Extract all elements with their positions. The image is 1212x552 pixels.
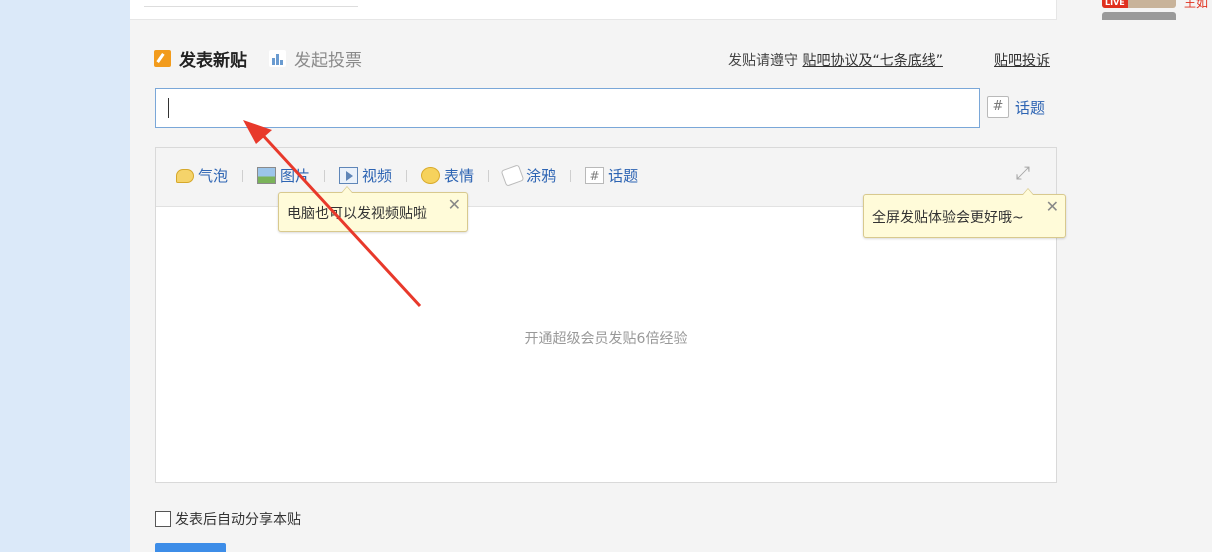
text-cursor xyxy=(168,98,169,118)
divider xyxy=(324,169,326,182)
toolbar-label: 话题 xyxy=(608,167,639,185)
toolbar-label: 气泡 xyxy=(198,167,229,185)
tab-start-vote[interactable]: 发起投票 xyxy=(269,46,362,71)
hashtag-icon: # xyxy=(987,96,1009,118)
checkbox[interactable] xyxy=(155,511,171,527)
share-label: 发表后自动分享本贴 xyxy=(175,512,301,528)
topic-label: 话题 xyxy=(1015,98,1046,117)
divider xyxy=(144,6,358,7)
divider xyxy=(1056,0,1057,20)
toolbar-emoji[interactable]: 表情 xyxy=(421,165,474,186)
title-input[interactable] xyxy=(155,88,980,128)
rules-prefix: 发贴请遵守 xyxy=(728,53,798,69)
editor-placeholder: 开通超级会员发贴6倍经验 xyxy=(524,331,688,347)
toolbar-label: 表情 xyxy=(444,167,475,185)
fullscreen-icon[interactable]: ⤢ xyxy=(1012,163,1034,185)
left-sidebar xyxy=(0,0,130,552)
divider xyxy=(406,169,408,182)
divider xyxy=(488,169,490,182)
submit-button[interactable] xyxy=(155,543,226,552)
image-icon xyxy=(257,167,277,184)
toolbar-topic[interactable]: # 话题 xyxy=(585,165,638,186)
complaint-link[interactable]: 贴吧投诉 xyxy=(994,50,1050,70)
toolbar-bubble[interactable]: 气泡 xyxy=(176,165,228,186)
bar-chart-icon xyxy=(269,49,286,67)
posting-rules: 发贴请遵守 贴吧协议及“七条底线” xyxy=(728,50,943,70)
toolbar-doodle[interactable]: 涂鸦 xyxy=(500,164,557,187)
tooltip-text: 电脑也可以发视频贴啦 xyxy=(287,206,427,222)
hashtag-icon: # xyxy=(585,167,605,184)
post-type-tabs: 发表新贴 发起投票 xyxy=(154,46,384,71)
rules-link[interactable]: 贴吧协议及“七条底线” xyxy=(802,53,943,69)
fullscreen-tooltip: 全屏发贴体验会更好哦~ ✕ xyxy=(863,188,1066,238)
edit-icon xyxy=(154,49,171,67)
video-icon xyxy=(339,167,359,184)
divider xyxy=(570,169,572,182)
brush-icon xyxy=(500,164,525,187)
tooltip-text: 全屏发贴体验会更好哦~ xyxy=(872,210,1024,226)
toolbar-video[interactable]: 视频 xyxy=(339,165,392,186)
live-thumbnail[interactable]: LIVE xyxy=(1102,0,1176,8)
video-tooltip: 电脑也可以发视频贴啦 ✕ xyxy=(278,186,468,232)
toolbar-label: 视频 xyxy=(362,167,393,185)
divider xyxy=(242,169,244,182)
post-editor-panel: LIVE 王如 发表新贴 发起投票 发贴请遵守 贴吧协议及“七条底线” 贴吧投诉… xyxy=(130,0,1212,552)
topic-button[interactable]: # 话题 xyxy=(987,96,1045,118)
emoji-icon xyxy=(421,167,441,184)
live-thumbnail[interactable] xyxy=(1102,12,1176,20)
sidebar-link[interactable]: 王如 xyxy=(1184,0,1208,11)
live-badge: LIVE xyxy=(1102,0,1128,8)
toolbar-label: 涂鸦 xyxy=(526,167,557,185)
tab-label: 发表新贴 xyxy=(179,50,247,71)
close-icon[interactable]: ✕ xyxy=(1046,197,1059,216)
toolbar-image[interactable]: 图片 xyxy=(257,165,310,186)
previous-content-strip xyxy=(130,0,1056,20)
tab-new-post[interactable]: 发表新贴 xyxy=(154,46,247,71)
tab-label: 发起投票 xyxy=(294,50,362,71)
bubble-icon xyxy=(176,168,194,183)
close-icon[interactable]: ✕ xyxy=(448,195,461,214)
share-checkbox[interactable]: 发表后自动分享本贴 xyxy=(155,509,301,529)
toolbar-label: 图片 xyxy=(280,167,311,185)
